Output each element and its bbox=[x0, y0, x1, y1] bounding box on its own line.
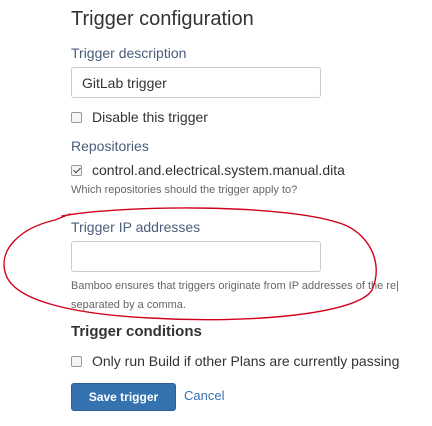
repositories-label: Repositories bbox=[71, 138, 149, 154]
trigger-ip-label: Trigger IP addresses bbox=[71, 219, 201, 235]
trigger-description-label: Trigger description bbox=[71, 45, 187, 61]
cancel-link[interactable]: Cancel bbox=[184, 388, 224, 403]
disable-trigger-checkbox[interactable] bbox=[71, 111, 82, 123]
repositories-help: Which repositories should the trigger ap… bbox=[71, 184, 298, 196]
page-title: Trigger configuration bbox=[71, 8, 254, 30]
only-run-row[interactable]: Only run Build if other Plans are curren… bbox=[71, 353, 399, 369]
repository-checkbox[interactable] bbox=[71, 164, 82, 176]
trigger-ip-help-line2: separated by a comma. bbox=[71, 299, 186, 311]
save-trigger-button[interactable]: Save trigger bbox=[71, 383, 176, 411]
trigger-ip-input[interactable] bbox=[71, 241, 321, 272]
trigger-description-input[interactable] bbox=[71, 67, 321, 98]
only-run-label: Only run Build if other Plans are curren… bbox=[92, 353, 400, 369]
disable-trigger-row[interactable]: Disable this trigger bbox=[71, 109, 208, 125]
only-run-checkbox[interactable] bbox=[71, 355, 82, 367]
repository-item[interactable]: control.and.electrical.system.manual.dit… bbox=[71, 162, 345, 178]
repository-item-label: control.and.electrical.system.manual.dit… bbox=[92, 162, 345, 178]
trigger-ip-help-line1: Bamboo ensures that triggers originate f… bbox=[71, 280, 399, 292]
trigger-conditions-title: Trigger conditions bbox=[71, 323, 202, 340]
disable-trigger-label: Disable this trigger bbox=[92, 109, 208, 125]
